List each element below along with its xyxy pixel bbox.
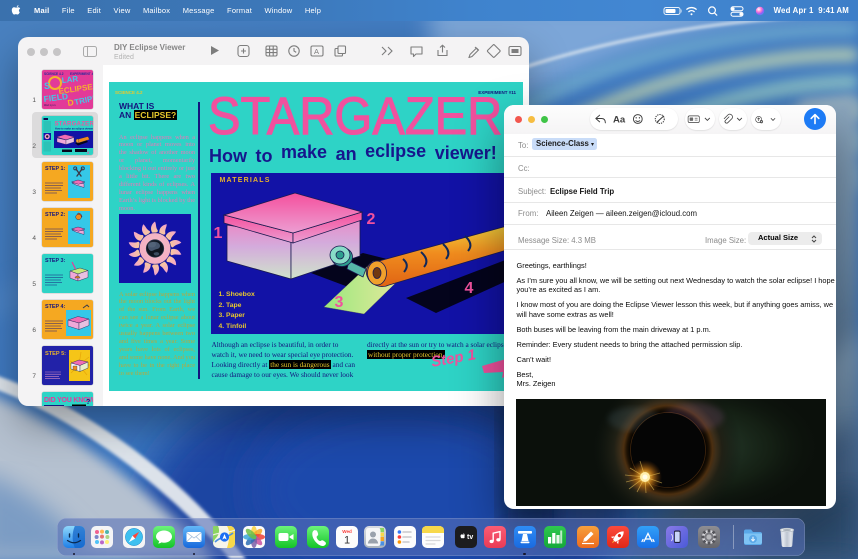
svg-text:A: A (314, 47, 319, 56)
svg-text:Aa: Aa (613, 114, 626, 125)
svg-text:STEP 3:: STEP 3: (45, 258, 65, 264)
svg-text:tv: tv (467, 534, 473, 541)
svg-text:S: S (44, 81, 50, 91)
svg-text:STEP 1:: STEP 1: (45, 166, 65, 172)
svg-text:STEP 2:: STEP 2: (45, 212, 65, 218)
svg-text:Wed: Wed (342, 529, 352, 534)
svg-text:How to make an eclipse viewer!: How to make an eclipse viewer! (55, 126, 93, 130)
svg-text:1: 1 (343, 535, 349, 547)
svg-text:LAR: LAR (61, 74, 79, 85)
svg-text:STEP 4:: STEP 4: (45, 304, 65, 310)
svg-text:Wed 1 p.m.: Wed 1 p.m. (44, 104, 57, 107)
svg-text:STEP 5:: STEP 5: (45, 351, 66, 357)
svg-text:?: ? (86, 399, 90, 406)
